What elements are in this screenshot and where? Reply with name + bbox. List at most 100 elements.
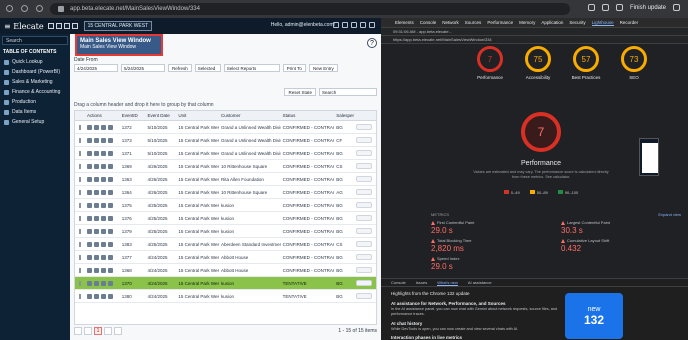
row-checkbox[interactable] [75,293,85,299]
row-stub[interactable] [354,267,376,273]
view-icon[interactable] [100,189,106,195]
devtools-tab-8[interactable]: Lighthouse [591,20,614,26]
copy-icon[interactable] [93,293,99,299]
help-icon[interactable] [360,22,366,28]
row-stub-icon[interactable] [356,293,373,299]
menu-icon[interactable] [673,4,680,11]
row-stub[interactable] [354,137,376,143]
view-icon[interactable] [100,228,106,234]
more-icon[interactable] [107,176,113,182]
copy-icon[interactable] [93,176,99,182]
extensions-icon[interactable] [587,4,595,11]
next-page-button[interactable] [104,327,112,335]
copy-icon[interactable] [93,150,99,156]
row-checkbox[interactable] [75,137,85,143]
grid-search-input[interactable]: Search [319,88,377,96]
checkbox-icon[interactable] [79,280,81,286]
devtools-tab-5[interactable]: Memory [519,20,535,25]
row-checkbox[interactable] [75,124,85,130]
copy-icon[interactable] [93,124,99,130]
calendar-icon[interactable] [55,23,62,29]
devtools-tab-1[interactable]: Console [420,20,437,25]
checkbox-icon[interactable] [79,176,81,182]
more-icon[interactable] [107,241,113,247]
row-checkbox[interactable] [75,267,85,273]
sidebar-item-2[interactable]: Sales & Marketing [0,77,70,87]
row-actions[interactable] [85,280,120,286]
row-stub-icon[interactable] [356,150,373,156]
copy-icon[interactable] [93,163,99,169]
devtools-tab-7[interactable]: Security [569,20,585,25]
notification-icon[interactable] [342,22,348,28]
copy-icon[interactable] [93,254,99,260]
checkbox-icon[interactable] [79,202,81,208]
row-stub[interactable] [354,241,376,247]
checkbox-icon[interactable] [79,189,81,195]
address-bar[interactable]: app.beta.elecate.net/MainSalesViewWindow… [50,3,570,15]
table-row[interactable]: 1373 5/10/2025 15 Central Park West Grand a… [75,134,376,147]
devtools-tab-0[interactable]: Elements [395,20,414,25]
row-stub[interactable] [354,293,376,299]
more-icon[interactable] [107,150,113,156]
col-salesperson[interactable]: Salesperson [334,113,354,118]
row-actions[interactable] [85,176,120,182]
row-checkbox[interactable] [75,189,85,195]
row-actions[interactable] [85,254,120,260]
reset-state-button[interactable]: Reset State [284,88,316,96]
more-icon[interactable] [107,124,113,130]
col-actions[interactable]: Actions [85,113,120,118]
sidebar-item-3[interactable]: Finance & Accounting [0,87,70,97]
table-row[interactable]: 1376 4/25/2025 15 Central Park West kusion C… [75,212,376,225]
row-stub[interactable] [354,228,376,234]
row-stub[interactable] [354,254,376,260]
checkbox-icon[interactable] [79,215,81,221]
edit-icon[interactable] [86,280,92,286]
more-icon[interactable] [107,254,113,260]
sidebar-item-6[interactable]: General Setup [0,117,70,127]
checkbox-icon[interactable] [79,293,81,299]
page-number[interactable]: 1 [94,327,102,335]
edit-icon[interactable] [86,163,92,169]
star-icon[interactable] [601,4,609,11]
expand-view-link[interactable]: Expand view [658,212,681,217]
copy-icon[interactable] [93,241,99,247]
table-row[interactable]: 1380 4/24/2025 15 Central Park West kusion T… [75,290,376,303]
row-actions[interactable] [85,137,120,143]
view-icon[interactable] [100,241,106,247]
settings-icon[interactable] [333,22,339,28]
copy-icon[interactable] [93,215,99,221]
devtools-tab-9[interactable]: Recorder [620,20,639,25]
row-checkbox[interactable] [75,241,85,247]
view-icon[interactable] [100,176,106,182]
view-icon[interactable] [100,202,106,208]
row-checkbox[interactable] [75,163,85,169]
date-to-input[interactable]: 5/24/2025 [121,64,165,72]
checkbox-icon[interactable] [79,241,81,247]
row-checkbox[interactable] [75,280,85,286]
row-stub[interactable] [354,280,376,286]
sidebar-item-5[interactable]: Data Items [0,107,70,117]
devtools-tab-3[interactable]: Sources [465,20,482,25]
edit-icon[interactable] [86,176,92,182]
row-stub-icon[interactable] [356,280,373,286]
reload-icon[interactable] [36,5,43,12]
copy-icon[interactable] [93,137,99,143]
copy-icon[interactable] [93,280,99,286]
table-row[interactable]: 1379 4/25/2025 15 Central Park West kusion C… [75,225,376,238]
row-actions[interactable] [85,150,120,156]
view-icon[interactable] [100,267,106,273]
date-from-input[interactable]: 4/24/2025 [74,64,118,72]
edit-icon[interactable] [86,293,92,299]
row-stub[interactable] [354,124,376,130]
edit-icon[interactable] [86,137,92,143]
row-stub-icon[interactable] [356,215,373,221]
sidebar-search[interactable]: Search [2,36,68,45]
row-actions[interactable] [85,202,120,208]
table-row[interactable]: 1368 4/24/2025 15 Central Park West Abbott … [75,264,376,277]
col-unit[interactable]: Unit [176,113,219,118]
row-stub-icon[interactable] [356,189,373,195]
score-2[interactable]: 57 Best Practices [569,46,603,104]
row-stub[interactable] [354,189,376,195]
refresh-button[interactable]: Refresh [168,64,192,72]
col-eventid[interactable]: EventID [120,113,146,118]
